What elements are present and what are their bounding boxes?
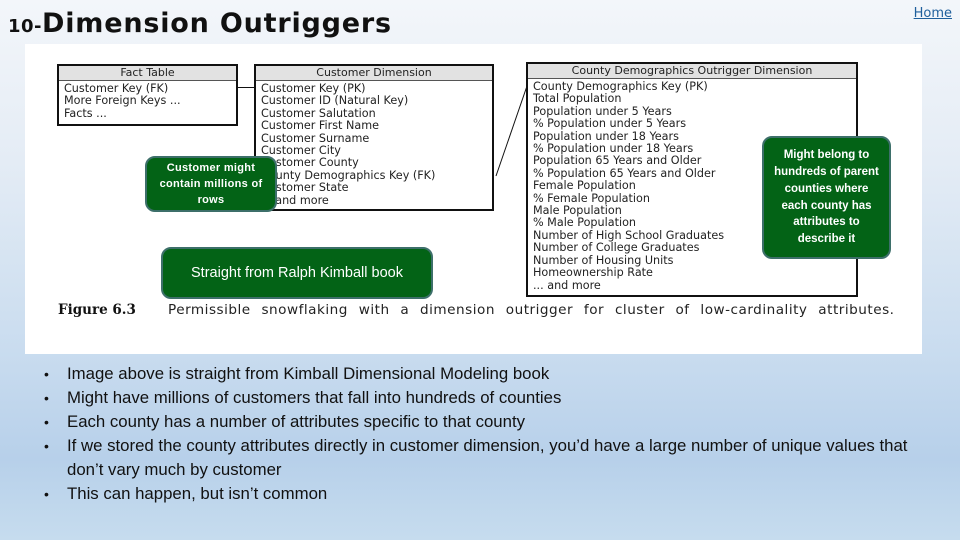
customer-to-county-connector xyxy=(495,85,528,177)
callout-source-text: Straight from Ralph Kimball book xyxy=(191,265,403,281)
bullet-item: This can happen, but isn’t common xyxy=(12,482,922,506)
fact-table: Fact Table Customer Key (FK) More Foreig… xyxy=(57,64,238,126)
callout-customer-millions: Customer might contain millions of rows xyxy=(145,156,277,212)
figure-caption: Figure 6.3 Permissible snowflaking with … xyxy=(58,302,898,319)
callout-county-parents: Might belong to hundreds of parent count… xyxy=(762,136,891,259)
callout-county-text: Might belong to hundreds of parent count… xyxy=(774,149,879,246)
callout-customer-text: Customer might contain millions of rows xyxy=(159,162,263,206)
county-outrigger-row: Total Population xyxy=(533,92,622,106)
bullet-item: Image above is straight from Kimball Dim… xyxy=(12,362,922,386)
customer-dimension-row: ... and more xyxy=(261,193,329,207)
slide-heading: Dimension Outriggers xyxy=(42,8,392,39)
bullet-item: Might have millions of customers that fa… xyxy=(12,386,922,410)
fact-table-row: Facts ... xyxy=(64,106,107,120)
fact-table-header: Fact Table xyxy=(59,66,236,81)
slide-title: 10-Dimension Outriggers xyxy=(8,8,392,39)
bullet-item: Each county has a number of attributes s… xyxy=(12,410,922,434)
bullet-item: If we stored the county attributes direc… xyxy=(12,434,922,482)
customer-dimension-row: Customer State xyxy=(261,181,349,195)
callout-source: Straight from Ralph Kimball book xyxy=(161,247,433,299)
county-outrigger-row: ... and more xyxy=(533,278,601,292)
county-outrigger-row: % Population under 5 Years xyxy=(533,117,687,131)
customer-dimension-row: Customer First Name xyxy=(261,119,380,133)
customer-dimension-row: Customer County xyxy=(261,156,359,170)
figure-label: Figure 6.3 xyxy=(58,302,136,318)
fact-table-row: More Foreign Keys ... xyxy=(64,94,181,108)
customer-dimension-table: Customer Dimension Customer Key (PK) Cus… xyxy=(254,64,494,211)
fact-to-customer-connector xyxy=(238,87,254,88)
slide-number: 10- xyxy=(8,16,43,37)
county-outrigger-header: County Demographics Outrigger Dimension xyxy=(528,64,856,79)
home-link[interactable]: Home xyxy=(914,6,952,21)
kimball-figure: Fact Table Customer Key (FK) More Foreig… xyxy=(25,44,922,354)
customer-dimension-row: Customer ID (Natural Key) xyxy=(261,94,409,108)
figure-caption-text: Permissible snowflaking with a dimension… xyxy=(168,302,895,318)
customer-dimension-header: Customer Dimension xyxy=(256,66,492,81)
bullet-list: Image above is straight from Kimball Dim… xyxy=(12,362,922,506)
county-outrigger-row: Homeownership Rate xyxy=(533,266,653,280)
